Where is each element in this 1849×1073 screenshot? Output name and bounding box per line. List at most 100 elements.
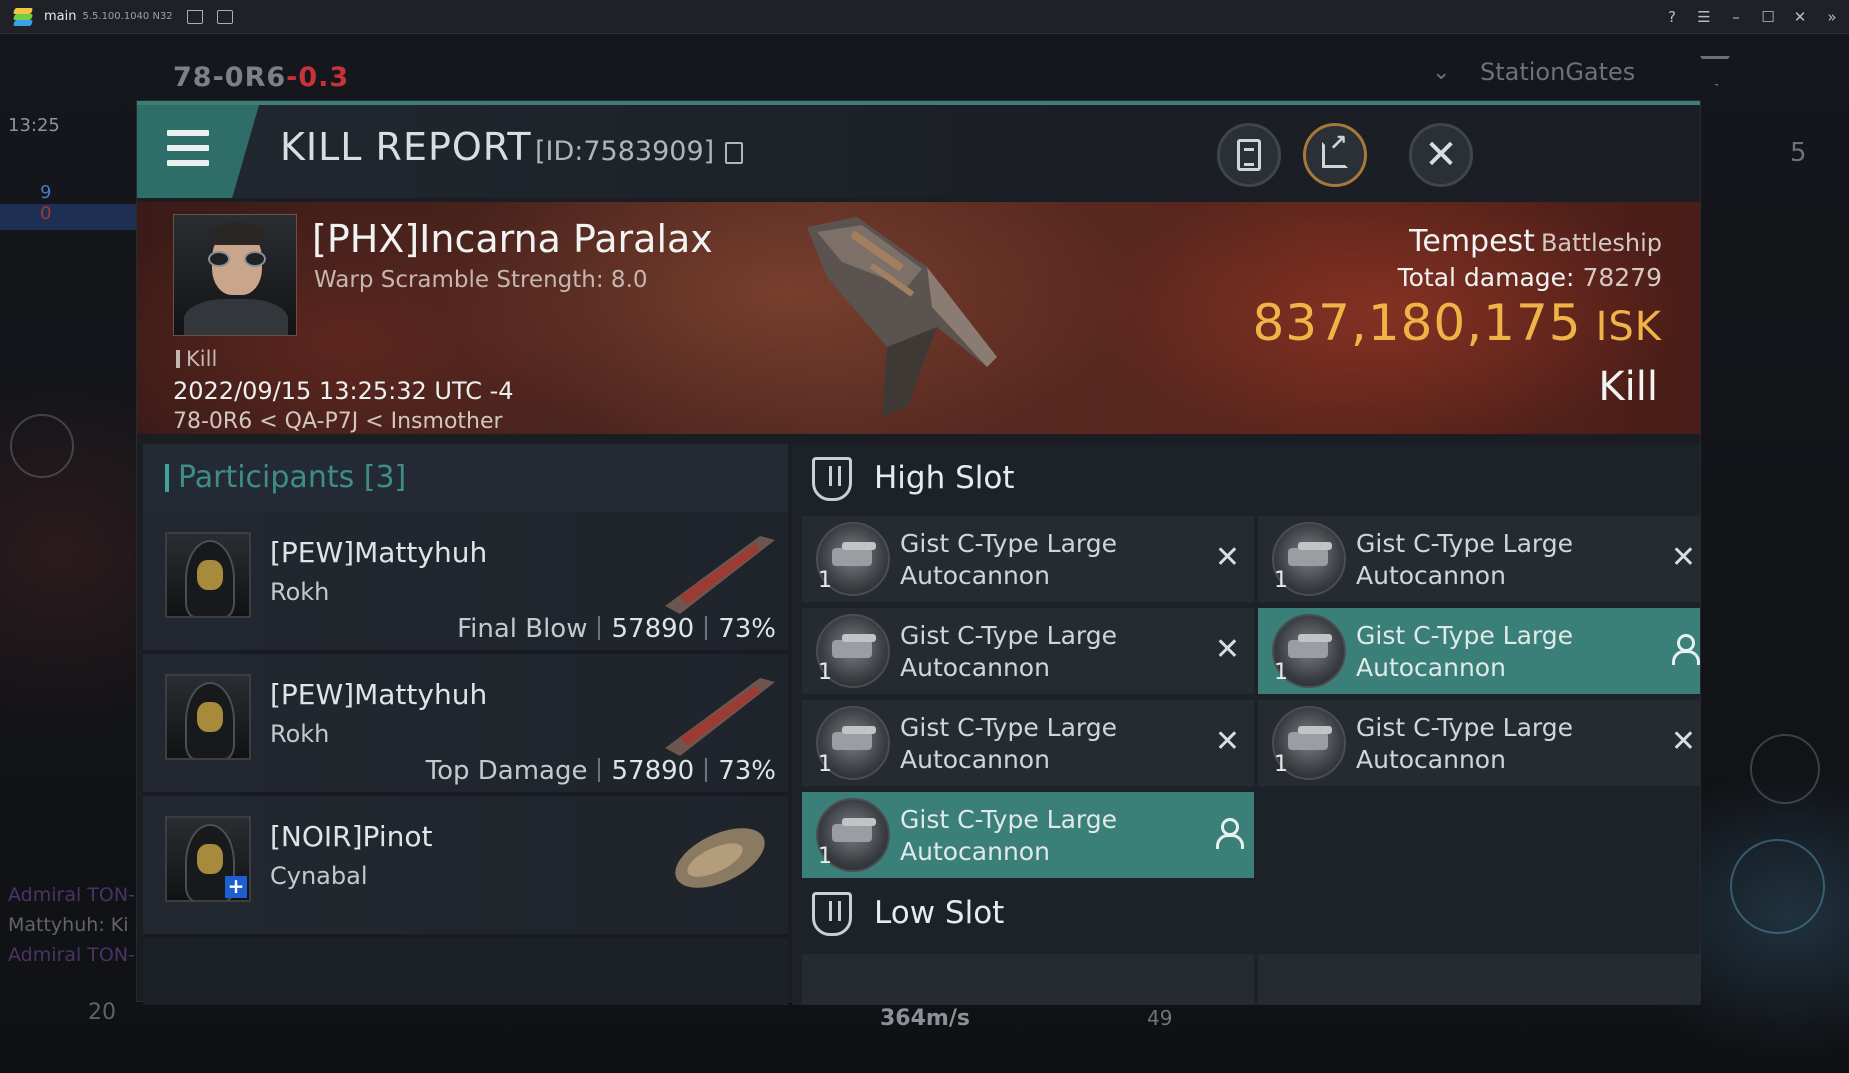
external-link-icon xyxy=(1322,131,1348,168)
close-icon: ✕ xyxy=(1424,132,1458,178)
maximize-icon[interactable]: ☐ xyxy=(1759,8,1777,26)
chat-line: Mattyhuh: Ki xyxy=(8,914,129,936)
module-quantity: 1 xyxy=(818,752,832,777)
participant-portrait[interactable] xyxy=(165,674,251,760)
module-quantity: 1 xyxy=(818,660,832,685)
kill-report-title: KILL REPORT xyxy=(280,125,532,169)
isk-value: 837,180,175 ISK xyxy=(1252,294,1662,352)
participant-row[interactable]: [PEW]Mattyhuh Rokh Top Damage 57890 73% xyxy=(143,654,788,796)
help-icon[interactable]: ? xyxy=(1663,8,1681,26)
collapse-sidebar-icon[interactable]: » xyxy=(1823,8,1841,26)
chat-log[interactable]: Admiral TON- Mattyhuh: Ki Admiral TON- xyxy=(8,880,135,970)
kill-location: 78-0R6 < QA-P7J < Insmother xyxy=(173,409,503,434)
kill-date: 2022/09/15 13:25:32 UTC -4 xyxy=(173,377,514,405)
share-button[interactable] xyxy=(1303,123,1367,187)
emulator-titlebar: main 5.5.100.1040 N32 ? ☰ – ☐ ✕ » xyxy=(0,0,1849,34)
multi-instance-icon[interactable] xyxy=(216,9,233,24)
destroyed-icon: ✕ xyxy=(1670,724,1696,759)
close-button[interactable]: ✕ xyxy=(1409,123,1473,187)
security-status: -0.3 xyxy=(286,62,350,93)
participants-list[interactable]: Participants [3] [PEW]Mattyhuh Rokh Fina… xyxy=(143,444,788,1005)
participant-stats: Final Blow 57890 73% xyxy=(457,614,776,644)
module-item[interactable]: 1 Gist C-Type Large Autocannon ✕ xyxy=(802,608,1254,694)
ship-class: Battleship xyxy=(1540,229,1662,257)
participant-ship: Rokh xyxy=(270,720,330,748)
module-name: Gist C-Type Large Autocannon xyxy=(900,805,1117,866)
minimize-icon[interactable]: – xyxy=(1727,8,1745,26)
target-ring[interactable] xyxy=(1750,734,1820,804)
fitting-slots[interactable]: High Slot 1 Gist C-Type Large Autocannon… xyxy=(792,444,1700,1005)
overview-tab-stationgates[interactable]: StationGates xyxy=(1480,58,1635,86)
add-contact-icon[interactable]: + xyxy=(225,876,247,898)
module-item[interactable]: 1 Gist C-Type Large Autocannon ✕ xyxy=(1258,700,1700,786)
module-quantity: 1 xyxy=(1274,752,1288,777)
module-quantity: 1 xyxy=(1274,660,1288,685)
high-slot-modules: 1 Gist C-Type Large Autocannon ✕ 1 Gist … xyxy=(792,512,1700,878)
module-item[interactable]: 1 Gist C-Type Large Autocannon ✕ xyxy=(802,516,1254,602)
participants-header: Participants [3] xyxy=(143,444,788,512)
destroyed-icon: ✕ xyxy=(1214,632,1240,667)
kill-report-panel: KILL REPORT [ID:7583909] ✕ [PHX]Incarna … xyxy=(137,101,1700,1005)
module-name: Gist C-Type Large Autocannon xyxy=(900,529,1117,590)
victim-ship[interactable]: Tempest Battleship xyxy=(1409,224,1662,259)
participant-row[interactable]: + [NOIR]Pinot Cynabal xyxy=(143,796,788,938)
victim-name[interactable]: [PHX]Incarna Paralax xyxy=(312,217,713,261)
overview-count: 5 xyxy=(1790,138,1807,168)
close-window-icon[interactable]: ✕ xyxy=(1791,8,1809,26)
participant-ship-image xyxy=(665,536,775,614)
destroyed-icon: ✕ xyxy=(1214,724,1240,759)
module-item[interactable]: 1 Gist C-Type Large Autocannon xyxy=(1258,608,1700,694)
module-quantity: 1 xyxy=(818,568,832,593)
participant-name: [PEW]Mattyhuh xyxy=(270,678,488,711)
dropped-user-icon xyxy=(1214,818,1244,849)
participant-row[interactable]: [PEW]Mattyhuh Rokh Final Blow 57890 73% xyxy=(143,512,788,654)
participants-title: Participants [3] xyxy=(178,460,407,495)
speed-readout: 364m/s xyxy=(880,1006,970,1031)
bluestacks-logo-icon xyxy=(12,6,34,28)
friendly-count: 9 xyxy=(40,182,52,203)
participant-name: [NOIR]Pinot xyxy=(270,820,433,853)
module-name: Gist C-Type Large Autocannon xyxy=(900,713,1117,774)
emulator-controls: ? ☰ – ☐ ✕ » xyxy=(1663,0,1841,34)
module-name: Gist C-Type Large Autocannon xyxy=(1356,621,1573,682)
low-slot-header: Low Slot xyxy=(792,879,1700,947)
module-quantity: 1 xyxy=(818,844,832,869)
participant-portrait[interactable] xyxy=(165,532,251,618)
menu-icon[interactable]: ☰ xyxy=(1695,8,1713,26)
total-damage: Total damage: 78279 xyxy=(1397,263,1662,292)
participant-portrait[interactable]: + xyxy=(165,816,251,902)
victim-ship-image[interactable] xyxy=(787,207,1027,422)
low-slot-title: Low Slot xyxy=(874,895,1005,931)
victim-banner: [PHX]Incarna Paralax Warp Scramble Stren… xyxy=(137,202,1700,434)
copy-icon[interactable] xyxy=(725,142,743,164)
high-slot-header: High Slot xyxy=(792,444,1700,512)
module-name: Gist C-Type Large Autocannon xyxy=(1356,529,1573,590)
capacitor-readout: 49 xyxy=(1147,1006,1173,1030)
low-slot-icon xyxy=(812,892,852,936)
participant-ship: Rokh xyxy=(270,578,330,606)
victim-portrait[interactable] xyxy=(173,214,297,336)
log-button[interactable] xyxy=(1217,123,1281,187)
home-icon[interactable] xyxy=(186,9,203,24)
menu-icon[interactable] xyxy=(137,105,259,198)
module-item[interactable]: 1 Gist C-Type Large Autocannon xyxy=(802,792,1254,878)
hostile-count: 0 xyxy=(40,203,52,224)
kill-result: Kill xyxy=(1598,364,1658,410)
module-ring[interactable] xyxy=(1730,839,1825,934)
emulator-title: main xyxy=(44,9,77,24)
destroyed-icon: ✕ xyxy=(1670,540,1696,575)
destroyed-icon: ✕ xyxy=(1214,540,1240,575)
left-skill-ring[interactable] xyxy=(10,414,74,478)
participant-ship-image xyxy=(675,828,765,888)
module-item[interactable] xyxy=(1258,954,1700,1005)
minimap-highlight xyxy=(0,204,136,230)
participant-name: [PEW]Mattyhuh xyxy=(270,536,488,569)
chat-line: Admiral TON- xyxy=(8,884,135,906)
module-quantity: 1 xyxy=(1274,568,1288,593)
clock: 13:25 xyxy=(8,115,60,136)
module-item[interactable]: 1 Gist C-Type Large Autocannon ✕ xyxy=(1258,516,1700,602)
system-name: 78-0R6-0.3 xyxy=(173,62,350,93)
module-item[interactable]: 1 Gist C-Type Large Autocannon ✕ xyxy=(802,700,1254,786)
chevron-down-icon[interactable]: ⌄ xyxy=(1432,60,1450,85)
module-item[interactable] xyxy=(802,954,1254,1005)
